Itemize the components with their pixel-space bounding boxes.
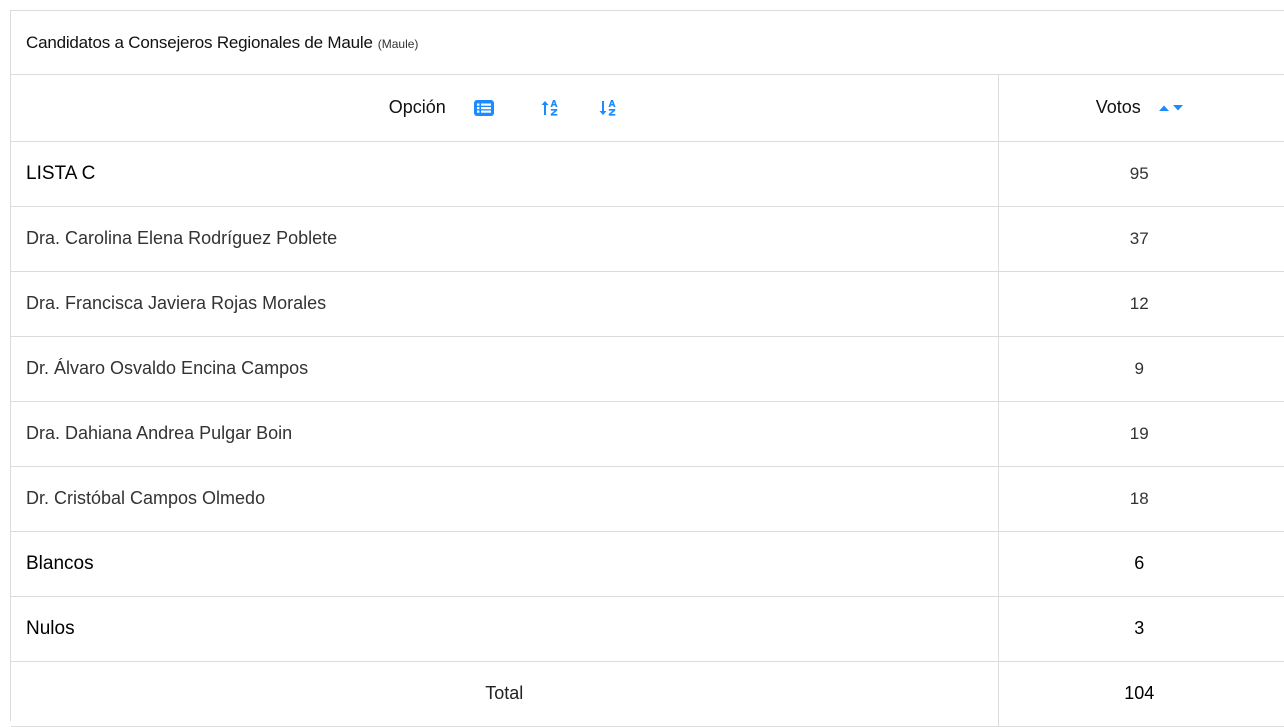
- caret-up-icon[interactable]: [1157, 101, 1171, 115]
- panel-header: Candidatos a Consejeros Regionales de Ma…: [11, 11, 1284, 75]
- option-header-label: Opción: [388, 97, 446, 118]
- total-votes: 104: [998, 661, 1284, 727]
- option-cell: Nulos: [11, 596, 999, 662]
- table-row: Dr. Álvaro Osvaldo Encina Campos 9: [11, 336, 1284, 402]
- votes-cell: 18: [998, 466, 1284, 532]
- option-cell: LISTA C: [11, 141, 999, 207]
- table-row: Blancos 6: [11, 531, 1284, 597]
- table-row: Nulos 3: [11, 596, 1284, 662]
- votes-cell: 3: [998, 596, 1284, 662]
- table-row: Dra. Dahiana Andrea Pulgar Boin 19: [11, 401, 1284, 467]
- votes-cell: 37: [998, 206, 1284, 272]
- total-row: Total 104: [11, 661, 1284, 727]
- votes-cell: 95: [998, 141, 1284, 207]
- results-table: Opción Votos LISTA C 95 Dra. Carolina El…: [11, 75, 1284, 727]
- votes-cell: 12: [998, 271, 1284, 337]
- total-label: Total: [11, 661, 999, 727]
- option-cell: Dra. Francisca Javiera Rojas Morales: [11, 271, 999, 337]
- table-row: Dr. Cristóbal Campos Olmedo 18: [11, 466, 1284, 532]
- votes-cell: 6: [998, 531, 1284, 597]
- page-title: Candidatos a Consejeros Regionales de Ma…: [26, 32, 373, 52]
- caret-down-icon[interactable]: [1171, 101, 1185, 115]
- votes-header-label: Votos: [1095, 97, 1141, 118]
- option-cell: Blancos: [11, 531, 999, 597]
- region-subtitle: (Maule): [377, 36, 419, 51]
- list-icon[interactable]: [473, 99, 494, 116]
- option-column-header: Opción: [11, 75, 999, 142]
- results-panel: Candidatos a Consejeros Regionales de Ma…: [10, 10, 1284, 727]
- table-row: LISTA C 95: [11, 141, 1284, 207]
- option-cell: Dr. Álvaro Osvaldo Encina Campos: [11, 336, 999, 402]
- votes-cell: 9: [998, 336, 1284, 402]
- votes-cell: 19: [998, 401, 1284, 467]
- option-cell: Dra. Carolina Elena Rodríguez Poblete: [11, 206, 999, 272]
- option-cell: Dr. Cristóbal Campos Olmedo: [11, 466, 999, 532]
- votes-column-header: Votos: [998, 75, 1284, 142]
- sort-alpha-asc-icon[interactable]: [540, 97, 562, 119]
- table-row: Dra. Francisca Javiera Rojas Morales 12: [11, 271, 1284, 337]
- option-cell: Dra. Dahiana Andrea Pulgar Boin: [11, 401, 999, 467]
- table-row: Dra. Carolina Elena Rodríguez Poblete 37: [11, 206, 1284, 272]
- sort-alpha-desc-icon[interactable]: [598, 97, 620, 119]
- table-header-row: Opción Votos: [11, 75, 1284, 142]
